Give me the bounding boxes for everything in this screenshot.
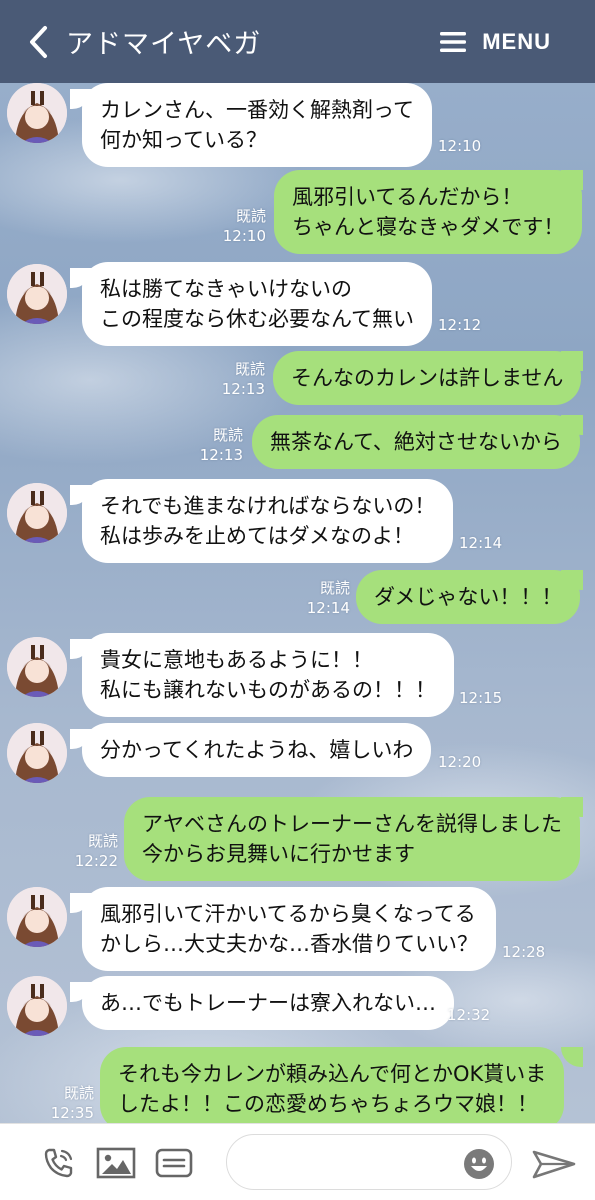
emoji-icon xyxy=(464,1149,494,1179)
read-label: 既読 xyxy=(212,426,243,444)
call-button[interactable] xyxy=(40,1144,78,1182)
message-bubble-incoming[interactable]: 分かってくれたようね、嬉しいわ xyxy=(82,723,432,777)
message-time: 12:13 xyxy=(221,380,265,398)
message-time: 12:13 xyxy=(199,446,243,464)
read-label: 既読 xyxy=(234,360,265,378)
input-bar xyxy=(0,1123,595,1200)
emoji-button[interactable] xyxy=(462,1147,496,1181)
message-bubble-outgoing[interactable]: 無茶なんて、絶対させないから xyxy=(252,415,580,469)
image-icon xyxy=(96,1147,136,1179)
chevron-left-icon xyxy=(30,25,47,58)
avatar[interactable] xyxy=(7,83,67,143)
card-icon xyxy=(155,1148,193,1178)
phone-call-icon xyxy=(44,1148,73,1178)
bubble-tail xyxy=(561,1047,583,1067)
card-button[interactable] xyxy=(154,1145,194,1181)
message-list[interactable]: カレンさん、一番効く解熱剤って 何か知っている？ 12:10 風邪引いてるんだか… xyxy=(0,83,595,1123)
message-time: 12:20 xyxy=(438,753,482,771)
menu-button[interactable]: MENU xyxy=(440,29,551,55)
message-time: 12:32 xyxy=(447,1006,491,1024)
message-bubble-incoming[interactable]: カレンさん、一番効く解熱剤って 何か知っている？ xyxy=(82,83,432,167)
message-time: 12:15 xyxy=(459,689,503,707)
send-button[interactable] xyxy=(530,1144,578,1184)
chat-title: アドマイヤベガ xyxy=(66,29,262,60)
avatar[interactable] xyxy=(7,637,67,697)
message-bubble-outgoing[interactable]: それも今カレンが頼み込んで何とかOK貰いま したよ！！この恋愛めちゃちょろウマ娘… xyxy=(100,1047,565,1123)
hamburger-icon xyxy=(440,31,467,52)
message-time: 12:14 xyxy=(459,534,503,552)
avatar[interactable] xyxy=(7,483,67,543)
avatar[interactable] xyxy=(7,264,67,324)
read-label: 既読 xyxy=(235,207,266,225)
message-time: 12:10 xyxy=(222,227,266,245)
message-bubble-incoming[interactable]: あ…でもトレーナーは寮入れない… xyxy=(82,976,454,1030)
message-time: 12:14 xyxy=(306,599,350,617)
read-label: 既読 xyxy=(87,832,118,850)
read-receipt: 既読 12:35 xyxy=(51,1083,94,1123)
send-icon xyxy=(532,1150,576,1179)
read-receipt: 既読 12:13 xyxy=(200,425,243,465)
read-receipt: 既読 12:13 xyxy=(222,359,265,399)
message-time: 12:35 xyxy=(50,1104,94,1122)
read-label: 既読 xyxy=(319,579,350,597)
read-receipt: 既読 12:22 xyxy=(75,831,118,871)
image-button[interactable] xyxy=(95,1145,137,1181)
message-time: 12:22 xyxy=(74,852,118,870)
avatar[interactable] xyxy=(7,976,67,1036)
message-bubble-incoming[interactable]: 風邪引いて汗かいてるから臭くなってる かしら…大丈夫かな…香水借りていい？ xyxy=(82,887,496,971)
message-time: 12:28 xyxy=(502,943,546,961)
read-receipt: 既読 12:10 xyxy=(223,206,266,246)
message-bubble-outgoing[interactable]: そんなのカレンは許しません xyxy=(273,351,582,405)
message-bubble-outgoing[interactable]: アヤベさんのトレーナーさんを説得しました 今からお見舞いに行かせます xyxy=(124,797,580,881)
message-bubble-outgoing[interactable]: 風邪引いてるんだから！ ちゃんと寝なきゃダメです！ xyxy=(274,170,583,254)
message-time: 12:12 xyxy=(438,316,482,334)
menu-label: MENU xyxy=(482,28,551,54)
avatar[interactable] xyxy=(7,887,67,947)
message-bubble-incoming[interactable]: それでも進まなければならないの！ 私は歩みを止めてはダメなのよ！ xyxy=(82,479,454,563)
message-time: 12:10 xyxy=(438,137,482,155)
read-receipt: 既読 12:14 xyxy=(307,578,350,618)
chat-header: アドマイヤベガ MENU xyxy=(0,0,595,83)
message-bubble-outgoing[interactable]: ダメじゃない！！！ xyxy=(356,570,581,624)
message-bubble-incoming[interactable]: 貴女に意地もあるように！！ 私にも譲れないものがあるの！！！ xyxy=(82,633,454,717)
avatar[interactable] xyxy=(7,723,67,783)
read-label: 既読 xyxy=(63,1084,94,1102)
message-bubble-incoming[interactable]: 私は勝てなきゃいけないの この程度なら休む必要なんて無い xyxy=(82,262,432,346)
back-button[interactable] xyxy=(18,22,58,62)
